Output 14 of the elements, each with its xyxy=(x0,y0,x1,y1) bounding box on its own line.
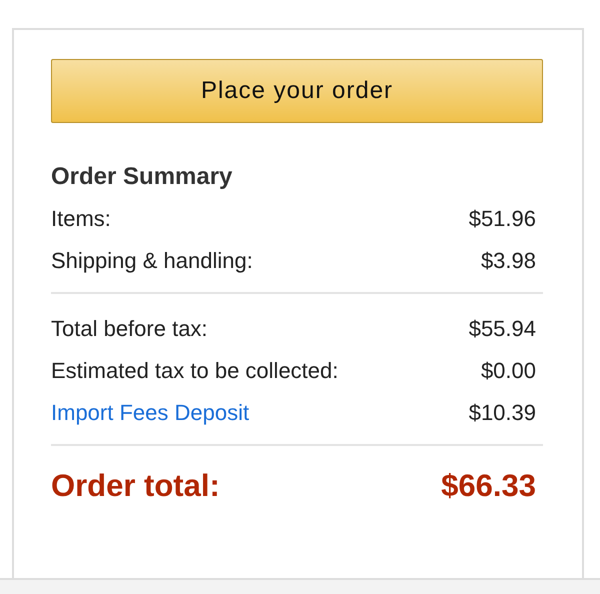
fees-link[interactable]: Import Fees Deposit xyxy=(51,400,250,426)
line-amount: $55.94 xyxy=(468,316,536,342)
line-amount: $51.96 xyxy=(468,206,536,232)
line-label: Items: xyxy=(51,206,111,232)
line-amount: $10.39 xyxy=(468,400,536,426)
summary-title: Order Summary xyxy=(51,162,234,192)
line-label: Shipping & handling: xyxy=(51,248,253,274)
line-label: Total before tax: xyxy=(51,316,208,342)
line-label: Estimated tax to be collected: xyxy=(51,358,338,384)
place-order-button[interactable]: Place your order xyxy=(51,59,543,123)
line-amount: $0.00 xyxy=(480,358,536,384)
line-amount: $3.98 xyxy=(480,248,536,274)
total-amount: $66.33 xyxy=(441,468,536,504)
total-label: Order total: xyxy=(51,468,220,504)
